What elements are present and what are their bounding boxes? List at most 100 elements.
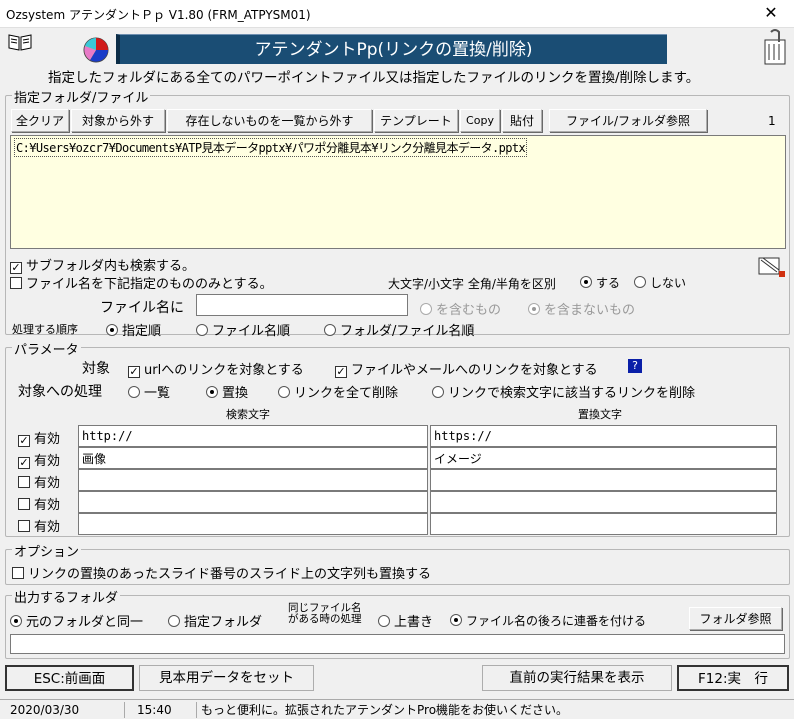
proc-delete-all-radio[interactable]: リンクを全て削除 <box>278 382 398 401</box>
filename-only-checkbox[interactable]: ファイル名を下記指定のもののみとする。 <box>10 273 273 292</box>
replace-text-input[interactable] <box>430 425 777 447</box>
output-browse-button[interactable]: フォルダ参照 <box>689 607 782 630</box>
radio-icon <box>378 615 390 627</box>
url-links-checkbox[interactable]: ✓ urlへのリンクを対象とする <box>128 359 304 378</box>
filename-label: ファイル名に <box>100 300 184 316</box>
checkbox-icon: ✓ <box>18 434 30 447</box>
search-header: 検索文字 <box>226 408 270 421</box>
search-text-input[interactable] <box>78 469 428 491</box>
radio-icon <box>450 614 462 626</box>
process-label: 対象への処理 <box>18 384 102 400</box>
help-icon[interactable]: ? <box>628 359 642 373</box>
case-yes-radio[interactable]: する <box>580 274 620 291</box>
page-banner: アテンダントPp(リンクの置換/削除) <box>116 34 667 64</box>
target-label: 対象 <box>82 361 110 377</box>
replace-text-input[interactable] <box>430 447 777 469</box>
order-filename-radio[interactable]: ファイル名順 <box>196 320 290 339</box>
replace-text-input[interactable] <box>430 491 777 513</box>
replace-slide-text-checkbox[interactable]: リンクの置換のあったスライド番号のスライド上の文字列も置換する <box>12 563 431 582</box>
radio-icon <box>278 386 290 398</box>
radio-icon <box>206 386 218 398</box>
overwrite-radio[interactable]: 上書き <box>378 611 433 630</box>
remove-target-button[interactable]: 対象から外す <box>71 109 165 132</box>
clear-all-button[interactable]: 全クリア <box>11 109 69 132</box>
app-logo-icon <box>80 34 112 64</box>
description-text: 指定したフォルダにある全てのパワーポイントファイル又は指定したファイルのリンクを… <box>48 70 700 86</box>
proc-replace-radio[interactable]: 置換 <box>206 382 248 401</box>
order-label: 処理する順序 <box>12 323 78 336</box>
clipboard-icon[interactable] <box>762 28 790 66</box>
replace-header: 置換文字 <box>578 408 622 421</box>
folder-group-label: 指定フォルダ/ファイル <box>12 87 151 106</box>
status-message: もっと便利に。拡張されたアテンダントPro機能をお使いください。 <box>196 702 794 718</box>
contains-radio[interactable]: を含むもの <box>420 299 501 318</box>
checkbox-icon: ✓ <box>335 365 347 378</box>
title-bar: Ozsystem アテンダントＰｐ V1.80 (FRM_ATPYSM01) ✕ <box>0 0 794 28</box>
radio-icon <box>196 324 208 336</box>
order-folder-file-radio[interactable]: フォルダ/ファイル名順 <box>324 320 474 339</box>
checkbox-icon <box>10 277 22 289</box>
browse-file-folder-button[interactable]: ファイル/フォルダ参照 <box>549 109 707 132</box>
order-specified-radio[interactable]: 指定順 <box>106 320 161 339</box>
status-time: 15:40 <box>124 702 194 718</box>
checkbox-icon: ✓ <box>18 456 30 469</box>
not-contains-radio[interactable]: を含まないもの <box>528 299 635 318</box>
checkbox-icon <box>12 567 24 579</box>
same-folder-radio[interactable]: 元のフォルダと同一 <box>10 611 143 630</box>
radio-icon <box>168 615 180 627</box>
output-path-input[interactable] <box>10 634 785 654</box>
search-text-input[interactable] <box>78 425 428 447</box>
set-sample-data-button[interactable]: 見本用データをセット <box>139 665 314 691</box>
checkbox-icon <box>18 520 30 532</box>
radio-icon <box>106 324 118 336</box>
row-enabled-checkbox[interactable]: ✓ 有効 <box>18 428 60 447</box>
f12-execute-button[interactable]: F12:実 行 <box>677 665 789 691</box>
radio-icon <box>128 386 140 398</box>
file-count: 1 <box>768 114 776 128</box>
radio-icon <box>432 386 444 398</box>
search-text-input[interactable] <box>78 491 428 513</box>
list-item[interactable]: C:¥Users¥ozcr7¥Documents¥ATP見本データpptx¥パワ… <box>14 138 528 157</box>
remove-missing-button[interactable]: 存在しないものを一覧から外す <box>167 109 372 132</box>
row-enabled-checkbox[interactable]: ✓ 有効 <box>18 450 60 469</box>
replace-text-input[interactable] <box>430 469 777 491</box>
window-title: Ozsystem アテンダントＰｐ V1.80 (FRM_ATPYSM01) <box>6 8 311 22</box>
radio-icon <box>420 303 432 315</box>
params-group-label: パラメータ <box>12 339 81 358</box>
checkbox-icon <box>18 476 30 488</box>
search-text-input[interactable] <box>78 447 428 469</box>
case-no-radio[interactable]: しない <box>634 274 686 291</box>
esc-back-button[interactable]: ESC:前画面 <box>5 665 134 691</box>
append-number-radio[interactable]: ファイル名の後ろに連番を付ける <box>450 612 646 629</box>
option-group-label: オプション <box>12 541 82 560</box>
paste-button[interactable]: 貼付 <box>502 109 542 132</box>
row-enabled-checkbox[interactable]: 有効 <box>18 472 60 491</box>
copy-button[interactable]: Copy <box>460 109 500 132</box>
radio-icon <box>10 615 22 627</box>
radio-icon <box>580 276 592 288</box>
radio-icon <box>324 324 336 336</box>
radio-icon <box>634 276 646 288</box>
row-enabled-checkbox[interactable]: 有効 <box>18 516 60 535</box>
row-enabled-checkbox[interactable]: 有効 <box>18 494 60 513</box>
status-bar: 2020/03/30 15:40 もっと便利に。拡張されたアテンダントPro機能… <box>0 699 794 719</box>
proc-list-radio[interactable]: 一覧 <box>128 382 170 401</box>
search-text-input[interactable] <box>78 513 428 535</box>
pencil-edit-icon[interactable] <box>757 254 787 280</box>
filename-input[interactable] <box>196 294 408 316</box>
file-listbox[interactable]: C:¥Users¥ozcr7¥Documents¥ATP見本データpptx¥パワ… <box>10 135 786 249</box>
file-mail-links-checkbox[interactable]: ✓ ファイルやメールへのリンクを対象とする <box>335 359 598 378</box>
specified-folder-radio[interactable]: 指定フォルダ <box>168 611 262 630</box>
template-button[interactable]: テンプレート <box>374 109 458 132</box>
checkbox-icon <box>18 498 30 510</box>
output-group-label: 出力するフォルダ <box>12 587 121 606</box>
subfolder-checkbox[interactable]: ✓ サブフォルダ内も検索する。 <box>10 255 195 274</box>
proc-delete-match-radio[interactable]: リンクで検索文字に該当するリンクを削除 <box>432 382 695 401</box>
case-sensitive-label: 大文字/小文字 全角/半角を区別 <box>388 277 556 291</box>
same-name-label: 同じファイル名 がある時の処理 <box>288 602 362 625</box>
close-icon[interactable]: ✕ <box>748 0 794 28</box>
replace-text-input[interactable] <box>430 513 777 535</box>
manual-book-icon[interactable] <box>8 33 32 51</box>
show-last-result-button[interactable]: 直前の実行結果を表示 <box>482 665 672 691</box>
status-date: 2020/03/30 <box>10 703 80 717</box>
